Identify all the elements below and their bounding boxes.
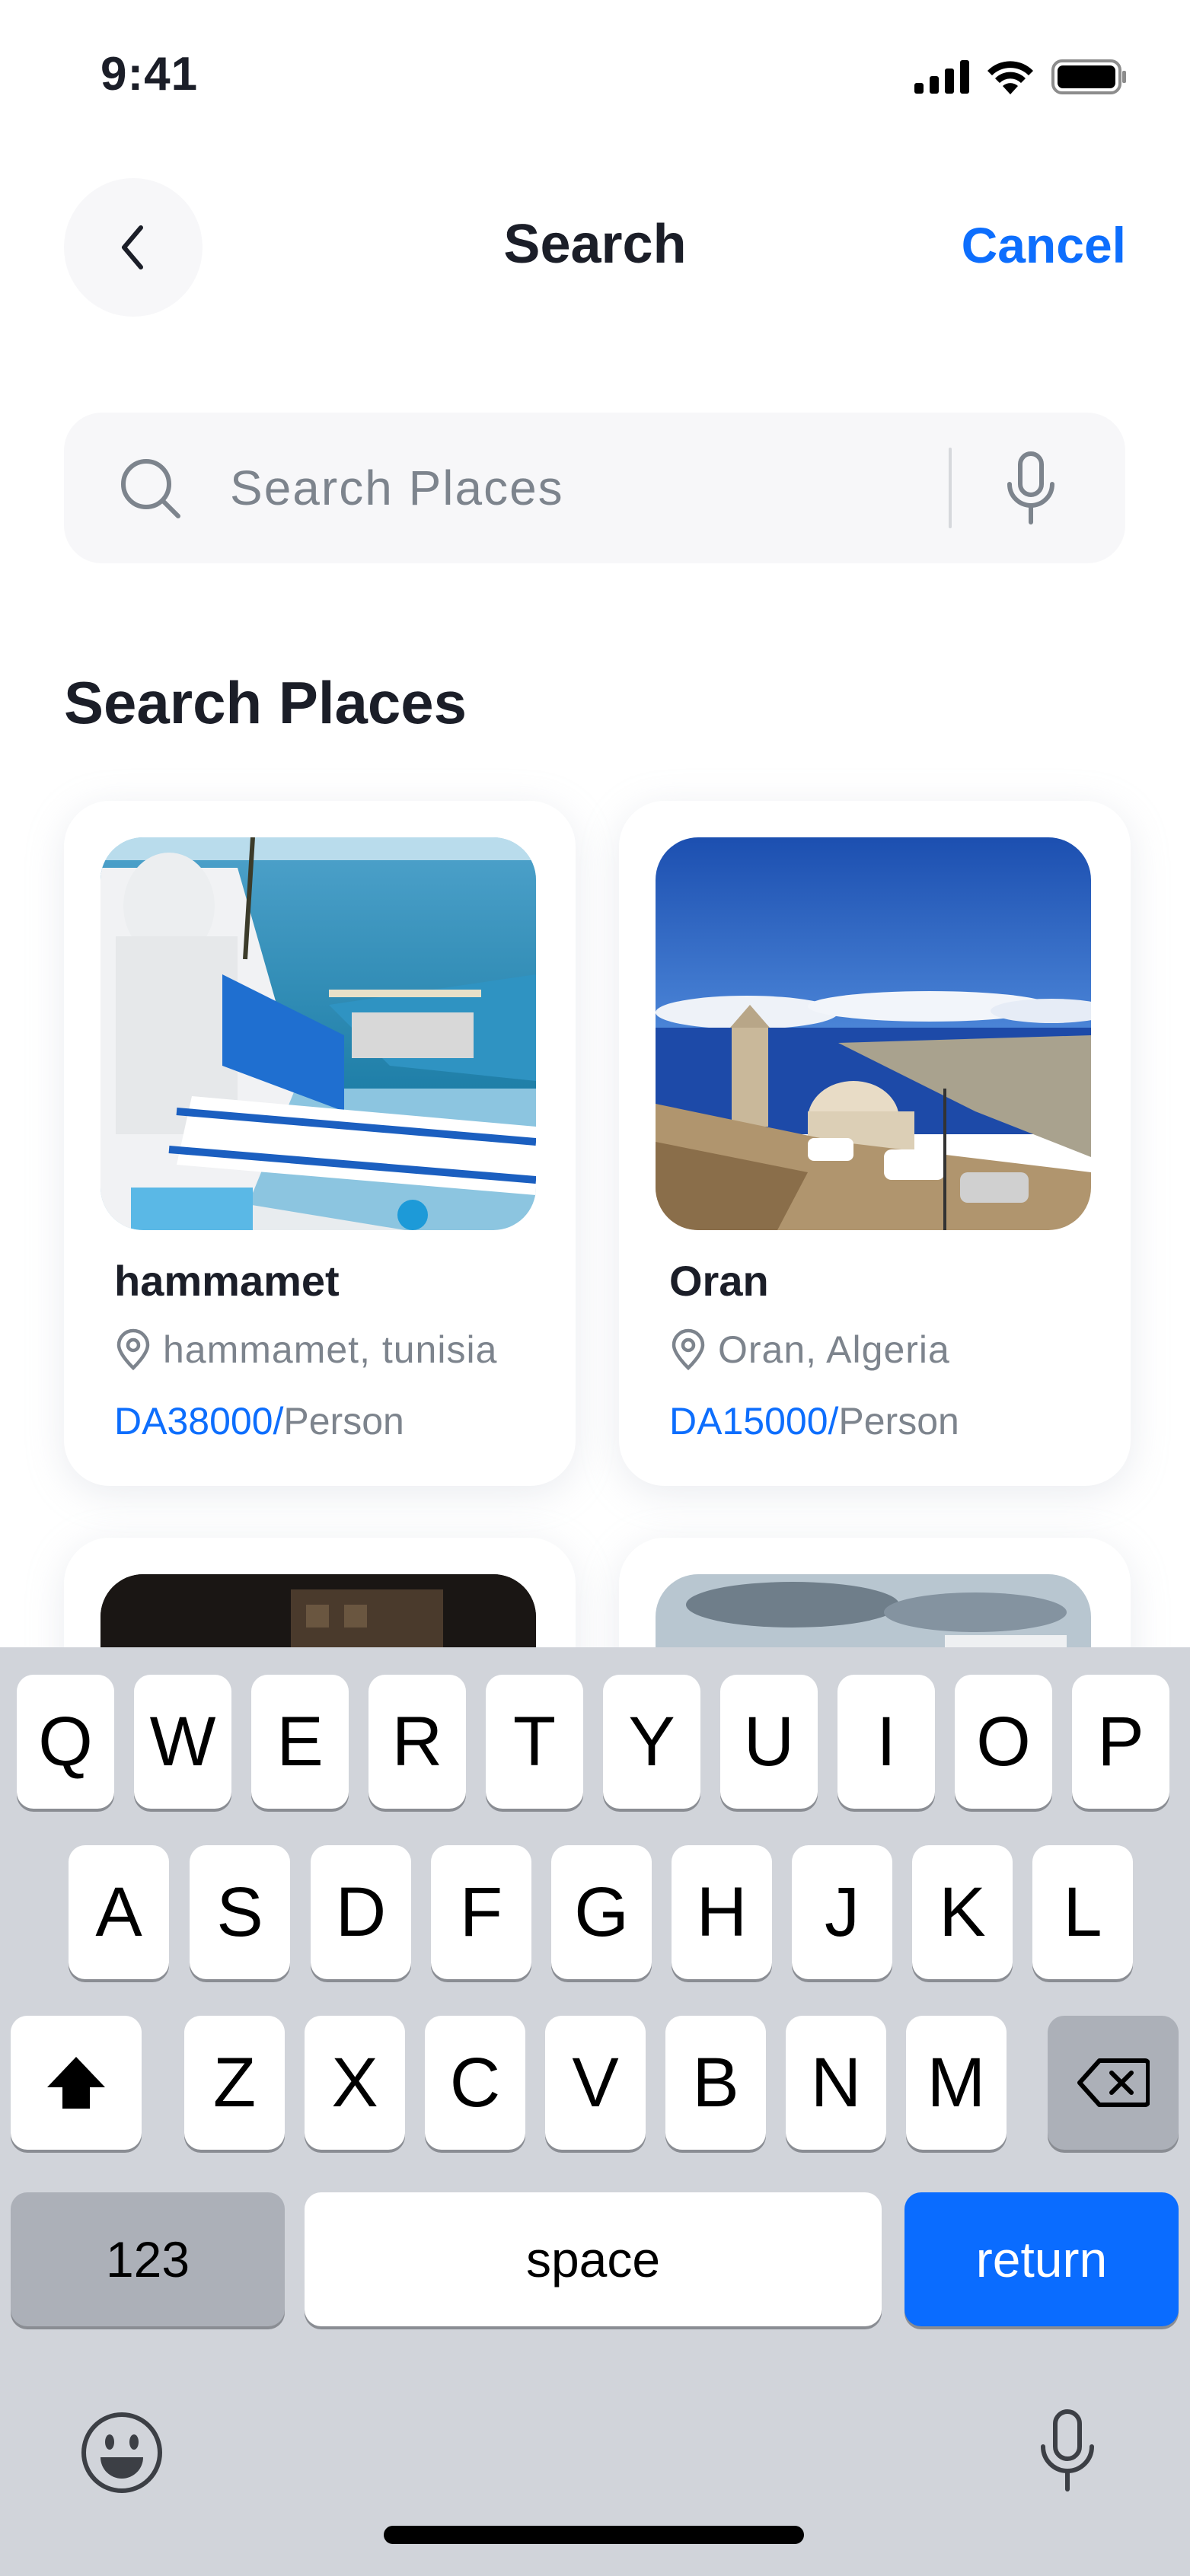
key-k[interactable]: K: [912, 1845, 1013, 1979]
key-r[interactable]: R: [368, 1675, 466, 1809]
wifi-icon: [987, 61, 1033, 94]
search-divider: [949, 448, 952, 528]
key-g[interactable]: G: [551, 1845, 652, 1979]
key-d[interactable]: D: [311, 1845, 411, 1979]
emoji-icon[interactable]: [79, 2410, 164, 2495]
key-f[interactable]: F: [431, 1845, 531, 1979]
return-key[interactable]: return: [904, 2192, 1179, 2326]
key-u[interactable]: U: [720, 1675, 818, 1809]
place-location: hammamet, tunisia: [114, 1328, 497, 1372]
key-w[interactable]: W: [134, 1675, 231, 1809]
place-name: Oran: [669, 1257, 769, 1305]
place-card-oran[interactable]: Oran Oran, Algeria DA15000/Person: [619, 801, 1131, 1486]
section-title: Search Places: [64, 669, 467, 736]
key-m[interactable]: M: [906, 2016, 1007, 2150]
battery-icon: [1051, 59, 1126, 94]
key-x[interactable]: X: [305, 2016, 405, 2150]
key-t[interactable]: T: [486, 1675, 583, 1809]
place-price: DA38000/Person: [114, 1399, 404, 1443]
numbers-key[interactable]: 123: [11, 2192, 285, 2326]
price-amount: DA38000/: [114, 1400, 284, 1443]
key-y[interactable]: Y: [603, 1675, 700, 1809]
key-i[interactable]: I: [837, 1675, 935, 1809]
location-pin-icon: [672, 1328, 705, 1371]
place-image: [100, 837, 536, 1230]
place-location-text: Oran, Algeria: [718, 1328, 950, 1371]
key-h[interactable]: H: [672, 1845, 772, 1979]
place-card-hammamet[interactable]: hammamet hammamet, tunisia DA38000/Perso…: [64, 801, 576, 1486]
key-b[interactable]: B: [665, 2016, 766, 2150]
key-z[interactable]: Z: [184, 2016, 285, 2150]
price-amount: DA15000/: [669, 1400, 839, 1443]
status-icons: [914, 59, 1128, 94]
key-l[interactable]: L: [1032, 1845, 1133, 1979]
backspace-icon: [1077, 2058, 1150, 2107]
home-indicator: [384, 2526, 804, 2544]
keyboard: Q W E R T Y U I O P A S D F G H J K L Z …: [0, 1647, 1190, 2576]
key-j[interactable]: J: [792, 1845, 892, 1979]
shift-icon: [47, 2057, 105, 2109]
key-e[interactable]: E: [251, 1675, 349, 1809]
key-a[interactable]: A: [69, 1845, 169, 1979]
search-bar[interactable]: [64, 413, 1125, 563]
place-price: DA15000/Person: [669, 1399, 959, 1443]
space-key[interactable]: space: [305, 2192, 882, 2326]
key-s[interactable]: S: [190, 1845, 290, 1979]
price-unit: Person: [838, 1400, 959, 1443]
search-input[interactable]: [228, 451, 978, 525]
place-location-text: hammamet, tunisia: [163, 1328, 498, 1371]
key-q[interactable]: Q: [17, 1675, 114, 1809]
key-p[interactable]: P: [1072, 1675, 1169, 1809]
place-location: Oran, Algeria: [669, 1328, 950, 1372]
price-unit: Person: [283, 1400, 404, 1443]
delete-key[interactable]: [1048, 2016, 1179, 2150]
status-time: 9:41: [100, 48, 199, 100]
place-image: [656, 837, 1091, 1230]
key-o[interactable]: O: [955, 1675, 1052, 1809]
location-pin-icon: [116, 1328, 150, 1371]
key-c[interactable]: C: [425, 2016, 525, 2150]
key-n[interactable]: N: [786, 2016, 886, 2150]
shift-key[interactable]: [11, 2016, 142, 2150]
key-v[interactable]: V: [545, 2016, 646, 2150]
signal-icon: [914, 60, 969, 94]
cancel-button[interactable]: Cancel: [962, 216, 1126, 274]
microphone-icon[interactable]: [1003, 451, 1058, 527]
search-icon: [121, 459, 180, 518]
place-name: hammamet: [114, 1257, 340, 1305]
dictation-mic-icon[interactable]: [1038, 2409, 1096, 2494]
